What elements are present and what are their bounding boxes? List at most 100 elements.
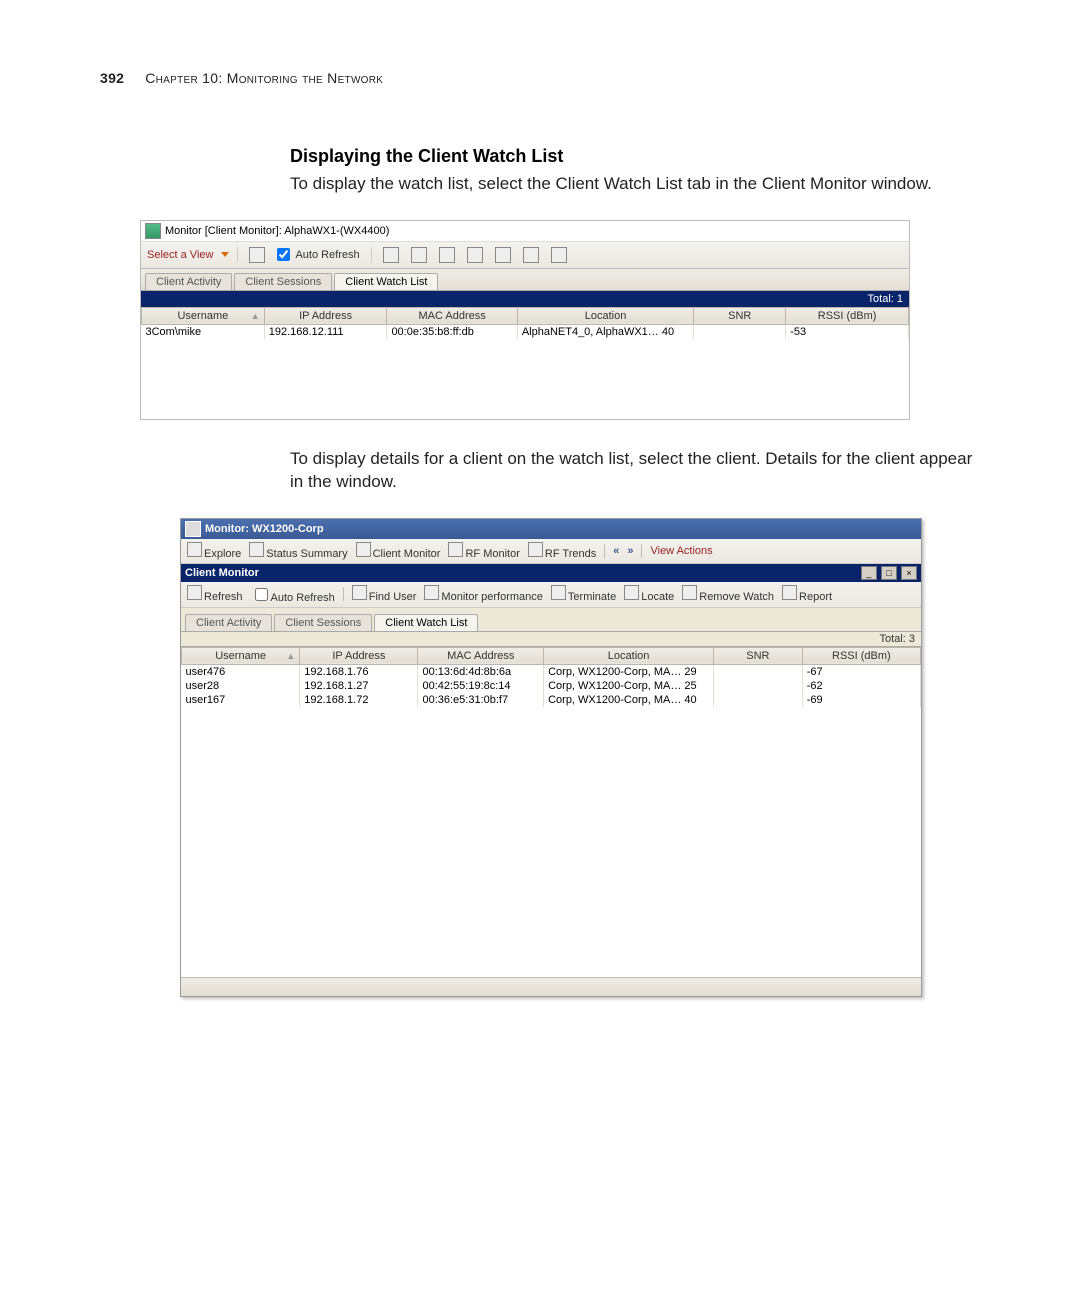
status-bar — [181, 977, 921, 996]
chapter-label: Chapter 10: Monitoring the Network — [145, 70, 383, 86]
tab-client-watch-list[interactable]: Client Watch List — [374, 614, 478, 631]
tab-client-sessions[interactable]: Client Sessions — [274, 614, 372, 631]
watch-list-table: Username▲ IP Address MAC Address Locatio… — [141, 307, 909, 339]
tab-client-activity[interactable]: Client Activity — [185, 614, 272, 631]
report-icon — [782, 585, 797, 600]
report-button[interactable]: Report — [782, 585, 832, 603]
col-rssi[interactable]: RSSI (dBm) — [802, 647, 920, 664]
col-snr[interactable]: SNR — [694, 307, 786, 324]
window-titlebar: Monitor: WX1200-Corp — [181, 519, 921, 539]
cell-mac: 00:42:55:19:8c:14 — [418, 679, 544, 693]
tab-client-watch-list[interactable]: Client Watch List — [334, 273, 438, 290]
toolbar: Select a View Auto Refresh — [140, 241, 910, 269]
section-title: Displaying the Client Watch List — [290, 146, 980, 167]
table-row[interactable]: user476 192.168.1.76 00:13:6d:4d:8b:6a C… — [182, 664, 921, 679]
watch-list-table: Username▲ IP Address MAC Address Locatio… — [181, 647, 921, 707]
tool-button[interactable] — [520, 246, 542, 264]
col-username[interactable]: Username▲ — [182, 647, 300, 664]
separator — [371, 247, 372, 263]
tool-icon — [551, 247, 567, 263]
tool-icon — [439, 247, 455, 263]
total-row: Total: 1 — [141, 291, 909, 307]
tool-button[interactable] — [548, 246, 570, 264]
separator — [237, 247, 238, 263]
client-monitor-label: Client Monitor — [185, 567, 259, 579]
terminate-icon — [551, 585, 566, 600]
table-area: Total: 3 Username▲ IP Address MAC Addres… — [181, 631, 921, 977]
find-user-button[interactable]: Find User — [352, 585, 417, 603]
window-title: Monitor: WX1200-Corp — [205, 523, 324, 535]
select-view-dropdown-icon[interactable] — [221, 252, 229, 257]
cell-rssi: -62 — [802, 679, 920, 693]
refresh-button[interactable]: Refresh — [187, 585, 243, 603]
col-mac[interactable]: MAC Address — [387, 307, 517, 324]
cell-username: 3Com\mike — [142, 324, 265, 339]
nav-client-monitor[interactable]: Client Monitor — [356, 542, 441, 560]
refresh-button[interactable] — [246, 246, 268, 264]
col-location[interactable]: Location — [517, 307, 693, 324]
explore-icon — [187, 542, 202, 557]
nav-rf-monitor[interactable]: RF Monitor — [448, 542, 519, 560]
col-ip[interactable]: IP Address — [264, 307, 387, 324]
client-monitor-icon — [356, 542, 371, 557]
find-user-icon — [352, 585, 367, 600]
cell-username: user28 — [182, 679, 300, 693]
tab-client-sessions[interactable]: Client Sessions — [234, 273, 332, 290]
sort-asc-icon: ▲ — [251, 311, 260, 321]
table-row[interactable]: 3Com\mike 192.168.12.111 00:0e:35:b8:ff:… — [142, 324, 909, 339]
auto-refresh-toggle[interactable]: Auto Refresh — [274, 247, 362, 262]
col-mac[interactable]: MAC Address — [418, 647, 544, 664]
cell-ip: 192.168.1.76 — [300, 664, 418, 679]
tool-icon — [523, 247, 539, 263]
close-button[interactable]: × — [901, 566, 917, 580]
action-toolbar: Refresh Auto Refresh Find User Monitor p… — [181, 582, 921, 608]
sort-asc-icon: ▲ — [286, 651, 295, 661]
total-row: Total: 3 — [181, 632, 921, 647]
table-row[interactable]: user28 192.168.1.27 00:42:55:19:8c:14 Co… — [182, 679, 921, 693]
auto-refresh-label: Auto Refresh — [295, 249, 359, 261]
nav-status[interactable]: Status Summary — [249, 542, 347, 560]
app-icon — [185, 521, 201, 537]
col-username[interactable]: Username▲ — [142, 307, 265, 324]
empty-area — [141, 339, 909, 419]
rf-monitor-icon — [448, 542, 463, 557]
auto-refresh-checkbox[interactable] — [255, 588, 268, 601]
tab-client-activity[interactable]: Client Activity — [145, 273, 232, 290]
table-row[interactable]: user167 192.168.1.72 00:36:e5:31:0b:f7 C… — [182, 693, 921, 707]
window-controls: _ □ × — [860, 566, 917, 580]
auto-refresh-checkbox[interactable] — [277, 248, 290, 261]
cell-rssi: -67 — [802, 664, 920, 679]
tool-button[interactable] — [436, 246, 458, 264]
tool-button[interactable] — [408, 246, 430, 264]
terminate-button[interactable]: Terminate — [551, 585, 616, 603]
cell-rssi: -53 — [786, 324, 909, 339]
window-titlebar: Monitor [Client Monitor]: AlphaWX1-(WX44… — [140, 220, 910, 241]
cell-rssi: -69 — [802, 693, 920, 707]
monitor-performance-button[interactable]: Monitor performance — [424, 585, 543, 603]
minimize-button[interactable]: _ — [861, 566, 877, 580]
auto-refresh-toggle[interactable]: Auto Refresh — [251, 585, 335, 604]
maximize-button[interactable]: □ — [881, 566, 897, 580]
section-details: To display details for a client on the w… — [290, 448, 980, 494]
tool-button[interactable] — [464, 246, 486, 264]
table-area: Total: 1 Username▲ IP Address MAC Addres… — [140, 290, 910, 420]
cell-snr — [714, 679, 803, 693]
nav-next-icon[interactable]: » — [627, 545, 633, 557]
tool-icon — [383, 247, 399, 263]
cell-location: Corp, WX1200-Corp, MA… 40 — [544, 693, 714, 707]
nav-explore[interactable]: Explore — [187, 542, 241, 560]
col-ip[interactable]: IP Address — [300, 647, 418, 664]
nav-prev-icon[interactable]: « — [613, 545, 619, 557]
refresh-icon — [249, 247, 265, 263]
col-snr[interactable]: SNR — [714, 647, 803, 664]
locate-button[interactable]: Locate — [624, 585, 674, 603]
col-rssi[interactable]: RSSI (dBm) — [786, 307, 909, 324]
remove-watch-button[interactable]: Remove Watch — [682, 585, 774, 603]
col-location[interactable]: Location — [544, 647, 714, 664]
tab-bar: Client Activity Client Sessions Client W… — [140, 269, 910, 290]
tool-button[interactable] — [380, 246, 402, 264]
nav-rf-trends[interactable]: RF Trends — [528, 542, 596, 560]
cell-ip: 192.168.1.27 — [300, 679, 418, 693]
client-monitor-subtitle: Client Monitor _ □ × — [181, 564, 921, 582]
tool-button[interactable] — [492, 246, 514, 264]
